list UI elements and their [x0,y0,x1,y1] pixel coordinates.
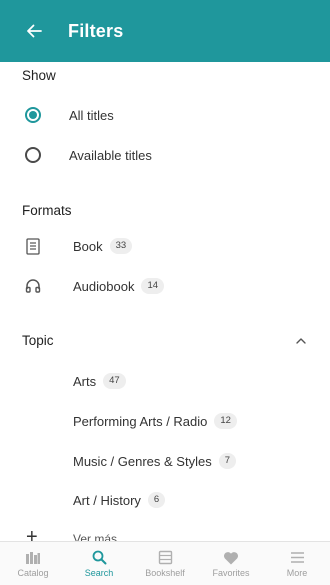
topic-item[interactable]: Art / History 6 [73,489,166,511]
nav-label: Favorites [212,567,250,578]
format-label: Audiobook [73,278,135,294]
radio-label: Available titles [69,147,152,163]
heart-icon [222,550,240,566]
chevron-up-icon[interactable] [294,334,308,348]
count-badge: 14 [141,278,165,294]
nav-label: Catalog [17,567,49,578]
catalog-icon [24,550,42,566]
format-item-book[interactable]: Book 33 [0,228,330,264]
radio-unchecked-icon[interactable] [25,147,41,163]
nav-item-favorites[interactable]: Favorites [198,542,264,585]
menu-icon [288,550,306,566]
topic-section-label: Topic [22,333,54,348]
headphones-icon [24,276,42,296]
topic-item[interactable]: Performing Arts / Radio 12 [73,410,237,432]
page-title: Filters [68,20,124,41]
show-section-label: Show [22,68,56,83]
topic-label: Arts [73,373,97,389]
back-arrow-icon[interactable] [22,19,46,43]
plus-icon: + [26,527,38,541]
bookshelf-icon [156,550,174,566]
count-badge: 6 [147,492,166,508]
book-icon [24,236,42,256]
topic-section-header[interactable]: Topic [0,326,330,354]
formats-section-label: Formats [22,203,72,218]
radio-checked-icon[interactable] [25,107,41,123]
topic-item[interactable]: Arts 47 [73,370,126,392]
nav-label: Search [84,567,114,578]
count-badge: 47 [103,373,126,389]
topic-label: Music / Genres & Styles [73,453,212,469]
topic-label: Art / History [73,492,141,508]
nav-item-more[interactable]: More [264,542,330,585]
topic-label: Performing Arts / Radio [73,413,208,429]
nav-label: Bookshelf [145,567,185,578]
topic-item[interactable]: Music / Genres & Styles 7 [73,450,237,472]
count-badge: 12 [214,413,237,429]
count-badge: 33 [109,238,133,254]
nav-item-catalog[interactable]: Catalog [0,542,66,585]
bottom-navigation: Catalog Search Bookshelf Favorites More [0,541,330,585]
nav-item-search[interactable]: Search [66,542,132,585]
format-item-audiobook[interactable]: Audiobook 14 [0,268,330,304]
radio-all-titles[interactable]: All titles [0,97,330,133]
see-more-row[interactable]: + Ver más [0,527,330,541]
radio-label: All titles [69,107,114,123]
search-icon [90,550,108,566]
app-bar: Filters [0,0,330,62]
count-badge: 7 [218,453,237,469]
nav-label: More [286,567,308,578]
radio-available-titles[interactable]: Available titles [0,137,330,173]
format-label: Book [73,238,103,254]
see-more-label: Ver más [73,532,118,541]
nav-item-bookshelf[interactable]: Bookshelf [132,542,198,585]
